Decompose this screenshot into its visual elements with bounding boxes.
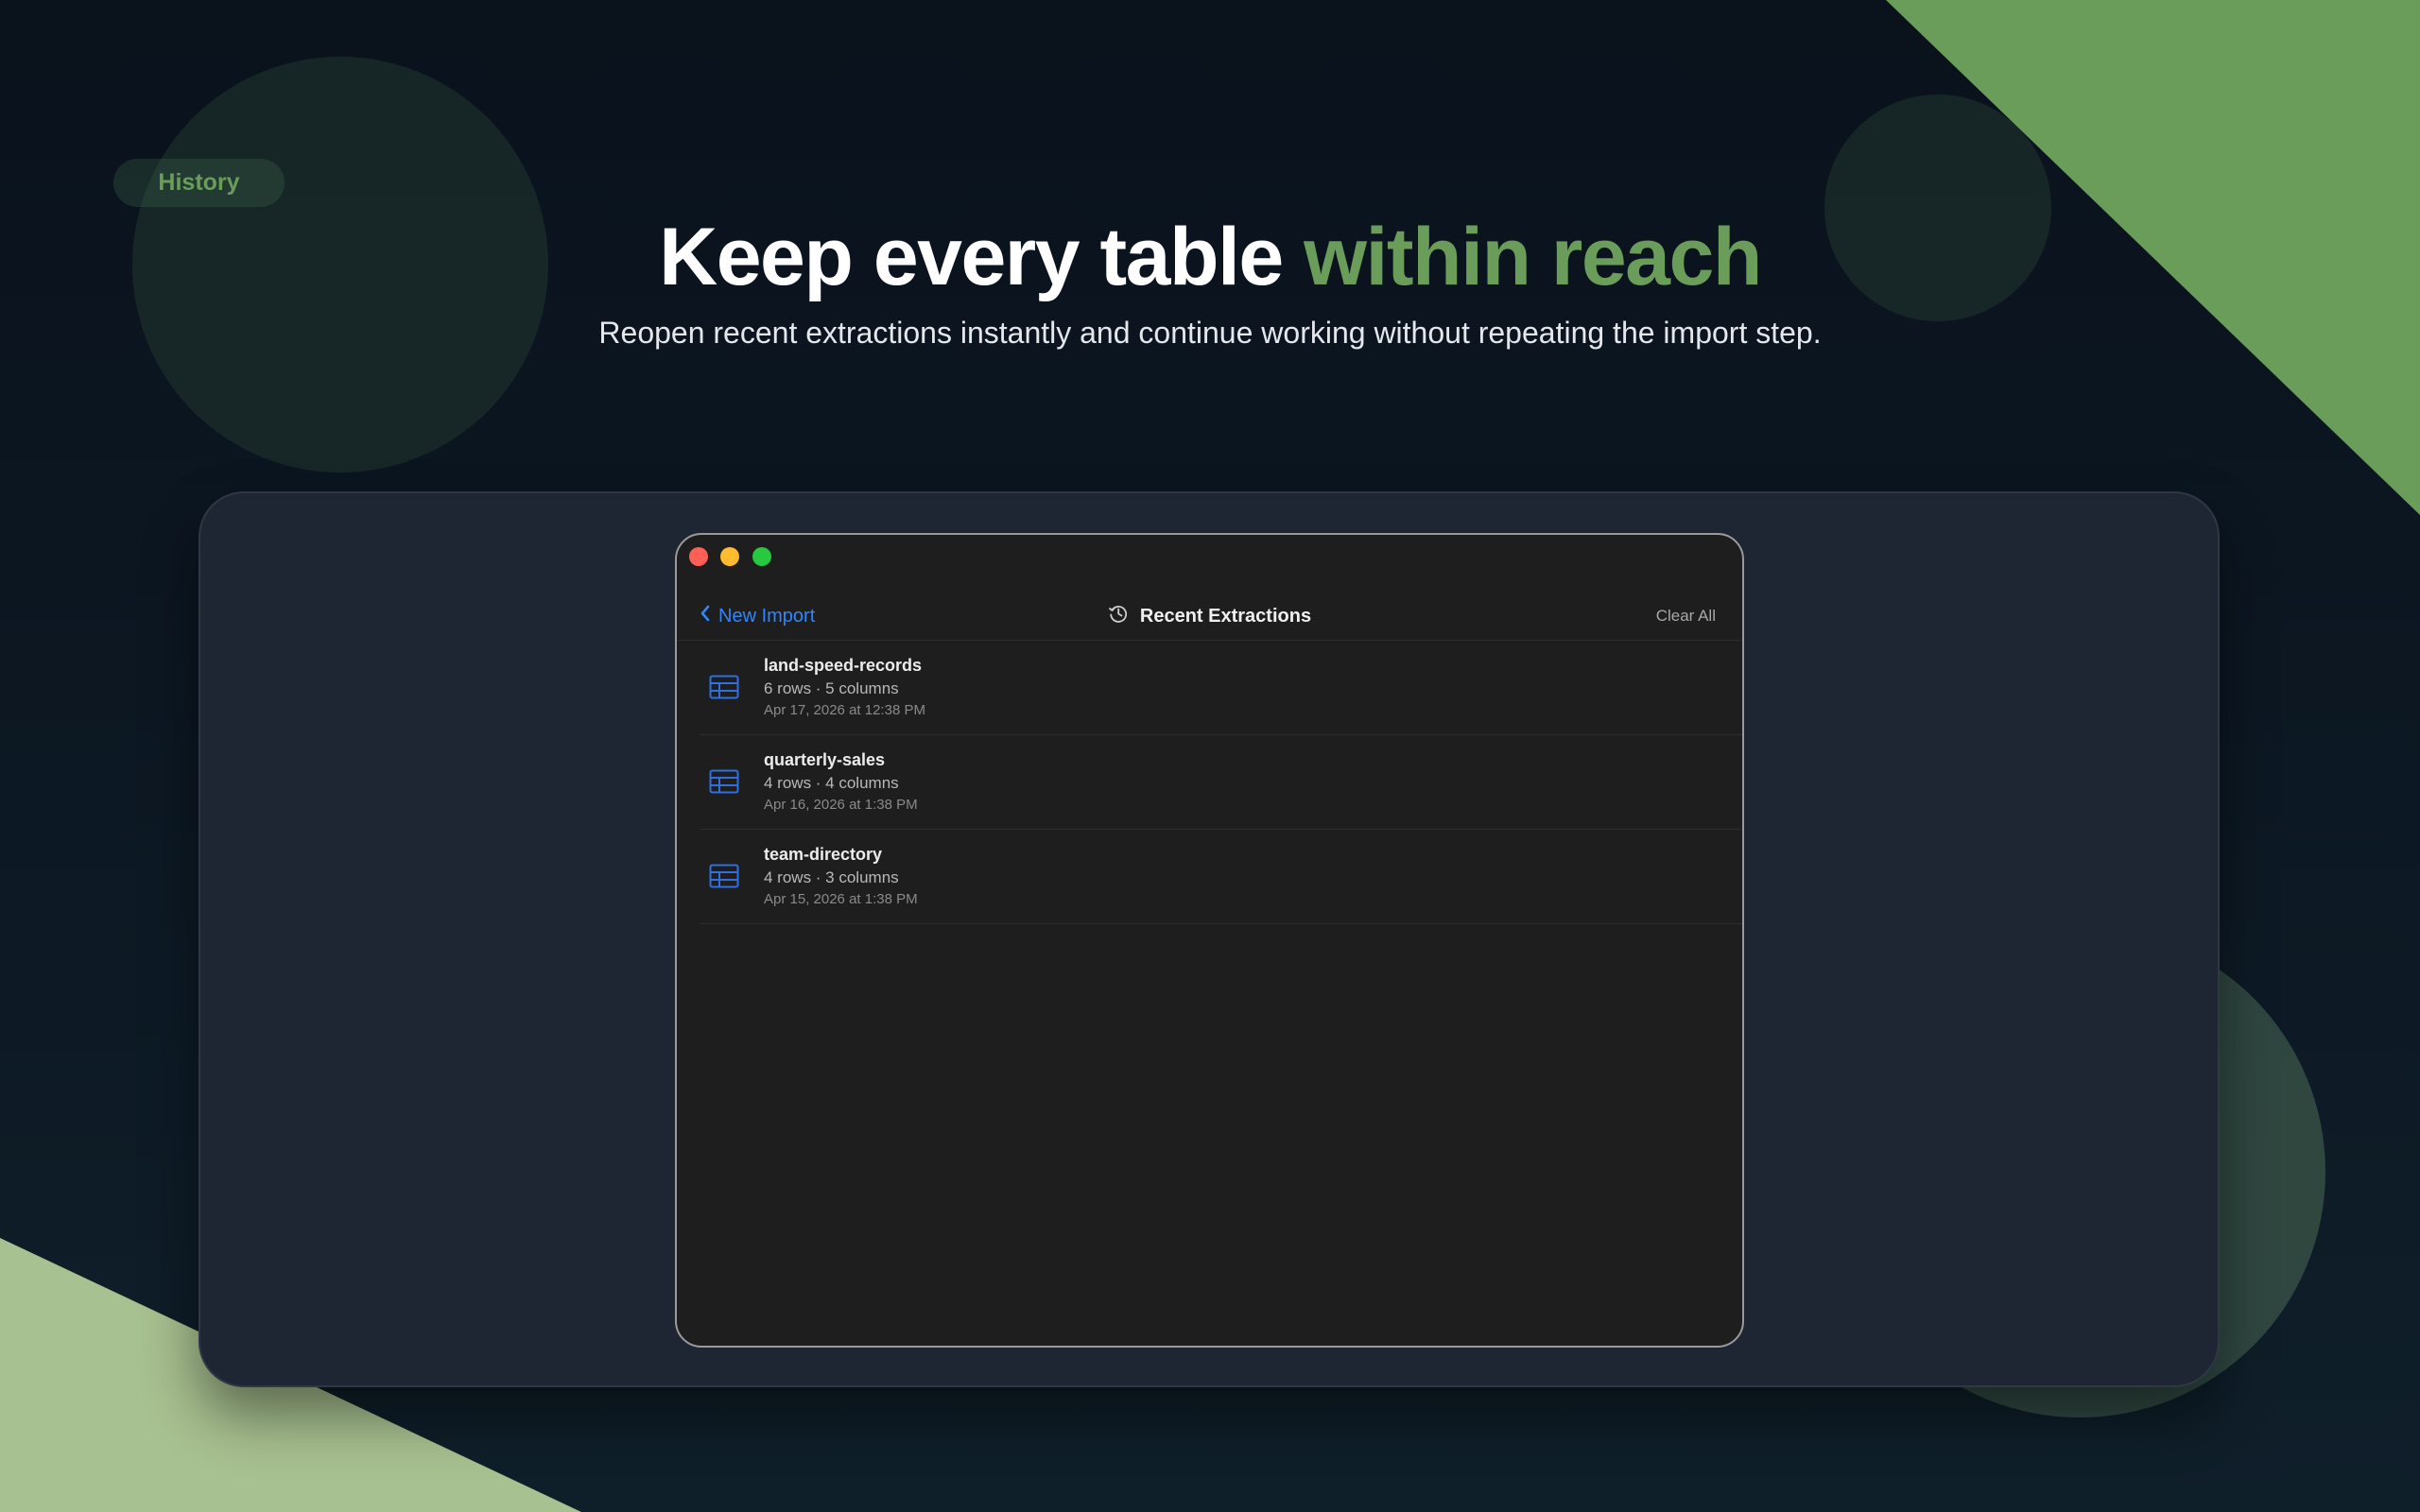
chevron-left-icon xyxy=(700,604,718,628)
page-subtitle: Reopen recent extractions instantly and … xyxy=(598,316,1822,350)
headline-main-text: Keep every table xyxy=(659,212,1305,302)
clear-all-button[interactable]: Clear All xyxy=(1656,590,1716,643)
history-badge-label: History xyxy=(158,169,240,196)
close-window-button[interactable] xyxy=(689,547,708,566)
table-icon xyxy=(709,675,739,699)
toolbar-title: Recent Extractions xyxy=(677,590,1742,643)
table-icon xyxy=(709,864,739,888)
item-date: Apr 16, 2026 at 1:38 PM xyxy=(764,797,918,813)
recent-extractions-list: land-speed-records 6 rows · 5 columns Ap… xyxy=(677,641,1742,924)
table-icon xyxy=(709,769,739,794)
item-name: quarterly-sales xyxy=(764,750,886,769)
headline-accent-text: within reach xyxy=(1304,212,1762,302)
list-item[interactable]: land-speed-records 6 rows · 5 columns Ap… xyxy=(677,641,1742,735)
zoom-window-button[interactable] xyxy=(752,547,771,566)
item-date: Apr 17, 2026 at 12:38 PM xyxy=(764,702,925,718)
toolbar-title-label: Recent Extractions xyxy=(1139,605,1312,627)
minimize-window-button[interactable] xyxy=(720,547,739,566)
item-date: Apr 15, 2026 at 1:38 PM xyxy=(764,891,918,907)
app-window: New Import Recent Extractions Clear All xyxy=(675,533,1744,1348)
history-badge: History xyxy=(113,159,285,207)
item-meta: 6 rows · 5 columns xyxy=(764,679,899,697)
item-meta: 4 rows · 3 columns xyxy=(764,868,899,886)
page-headline: Keep every table within reach xyxy=(0,210,2420,304)
item-meta: 4 rows · 4 columns xyxy=(764,774,899,792)
window-toolbar: New Import Recent Extractions Clear All xyxy=(677,590,1742,643)
new-import-label: New Import xyxy=(718,605,816,627)
list-item[interactable]: quarterly-sales 4 rows · 4 columns Apr 1… xyxy=(677,735,1742,830)
list-item[interactable]: team-directory 4 rows · 3 columns Apr 15… xyxy=(677,830,1742,924)
item-name: team-directory xyxy=(764,845,883,864)
item-name: land-speed-records xyxy=(764,656,923,675)
new-import-button[interactable]: New Import xyxy=(700,590,815,643)
history-clock-icon xyxy=(1108,603,1140,629)
